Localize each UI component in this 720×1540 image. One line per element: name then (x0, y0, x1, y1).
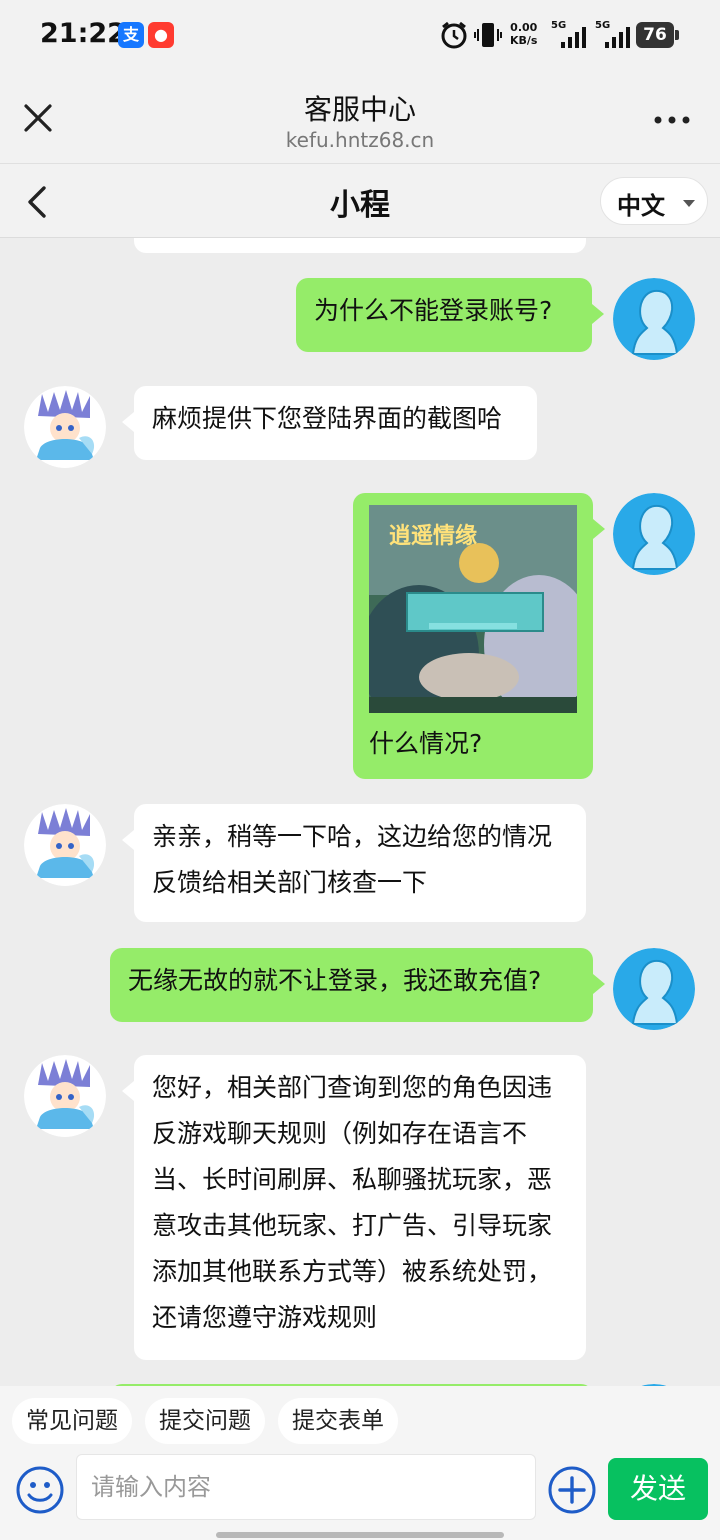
page-title: 客服中心 (303, 93, 416, 126)
alarm-icon (441, 21, 467, 49)
page-url: kefu.hntz68.cn (285, 128, 435, 152)
agent-avatar[interactable] (24, 1055, 106, 1137)
battery-tip (675, 30, 679, 40)
net-speed: 0.00 KB/s (510, 21, 537, 47)
send-button[interactable]: 发送 (608, 1458, 708, 1520)
agent-avatar[interactable] (24, 386, 106, 468)
battery-icon: 76 (636, 22, 674, 48)
signal-icon (561, 27, 586, 48)
quick-faq-button[interactable]: 常见问题 (12, 1398, 132, 1444)
vibrate-icon (474, 23, 502, 47)
user-avatar[interactable] (613, 493, 695, 575)
message-text: 什么情况? (369, 729, 483, 758)
screenshot-game-title: 逍遥情缘 (389, 523, 477, 549)
user-message: 无缘无故的就不让登录，我还敢充值? (110, 948, 605, 1022)
emoji-icon[interactable] (14, 1464, 66, 1516)
chat-header: 小程 中文 (0, 164, 720, 238)
status-time: 21:22 (40, 18, 126, 49)
agent-message (134, 238, 586, 253)
user-avatar[interactable] (613, 278, 695, 360)
agent-message: 麻烦提供下您登陆界面的截图哈 (122, 386, 537, 460)
language-select[interactable]: 中文 (600, 177, 708, 225)
message-text: 您好，相关部门查询到您的角色因违反游戏聊天规则（例如存在语言不当、长时间刷屏、私… (152, 1073, 553, 1332)
user-message: 为什么不能登录账号? (296, 278, 604, 352)
message-input[interactable] (76, 1454, 536, 1520)
status-bar: 21:22 支 ● 0.00 KB/s 5G 5G 76 (0, 0, 720, 72)
browser-header: 客服中心 kefu.hntz68.cn (0, 72, 720, 164)
home-indicator[interactable] (216, 1532, 504, 1538)
message-text: 为什么不能登录账号? (314, 296, 553, 325)
chevron-down-icon (683, 200, 695, 207)
user-image-message: 逍遥情缘 什么情况? (353, 493, 605, 779)
net-speed-unit: KB/s (510, 34, 538, 47)
net-speed-value: 0.00 (510, 21, 538, 34)
agent-avatar[interactable] (24, 804, 106, 886)
bottom-toolbar: 常见问题 提交问题 提交表单 发送 (0, 1386, 720, 1540)
screenshot-image[interactable]: 逍遥情缘 (369, 505, 577, 713)
agent-message: 亲亲，稍等一下哈，这边给您的情况反馈给相关部门核查一下 (122, 804, 586, 922)
language-label: 中文 (617, 192, 665, 220)
more-icon[interactable] (652, 102, 692, 132)
user-avatar[interactable] (613, 948, 695, 1030)
plus-icon[interactable] (546, 1464, 598, 1516)
app-notification-icon: ● (148, 22, 174, 48)
agent-message: 您好，相关部门查询到您的角色因违反游戏聊天规则（例如存在语言不当、长时间刷屏、私… (122, 1055, 586, 1360)
message-text: 无缘无故的就不让登录，我还敢充值? (128, 966, 542, 995)
chat-message-list[interactable]: 为什么不能登录账号? 麻烦提供下您登陆界面的截图哈 逍遥情缘 什么情况? 亲亲，… (0, 238, 720, 1386)
alipay-icon: 支 (118, 22, 144, 48)
quick-submit-question-button[interactable]: 提交问题 (145, 1398, 265, 1444)
quick-submit-form-button[interactable]: 提交表单 (278, 1398, 398, 1444)
signal-icon (605, 27, 630, 48)
message-text: 亲亲，稍等一下哈，这边给您的情况反馈给相关部门核查一下 (152, 822, 553, 897)
message-text: 麻烦提供下您登陆界面的截图哈 (152, 404, 503, 433)
